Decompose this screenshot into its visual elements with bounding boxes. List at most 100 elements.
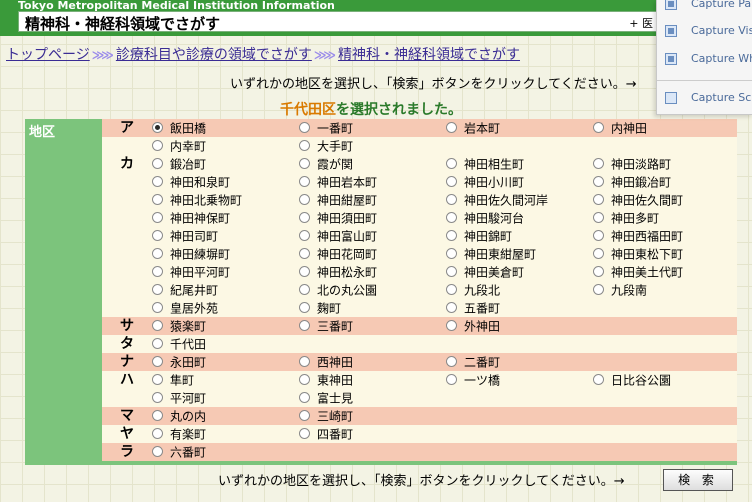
area-option[interactable]: 神田東紺屋町 [446, 245, 536, 263]
area-option[interactable]: 皇居外苑 [152, 299, 218, 317]
area-option[interactable]: 神田神保町 [152, 209, 230, 227]
radio-button[interactable] [152, 356, 163, 367]
area-option[interactable]: 千代田 [152, 335, 206, 353]
radio-button[interactable] [299, 266, 310, 277]
area-option[interactable]: 神田駿河台 [446, 209, 524, 227]
area-option[interactable]: 西神田 [299, 353, 353, 371]
radio-button[interactable] [299, 356, 310, 367]
capture-screen-item[interactable]: Capture Sc [665, 88, 751, 108]
radio-button[interactable] [593, 248, 604, 259]
area-option[interactable]: 鍛冶町 [152, 155, 206, 173]
radio-button[interactable] [299, 230, 310, 241]
radio-button[interactable] [446, 212, 457, 223]
radio-button[interactable] [299, 374, 310, 385]
radio-button[interactable] [446, 266, 457, 277]
radio-button[interactable] [446, 356, 457, 367]
radio-button[interactable] [593, 284, 604, 295]
area-option[interactable]: 北の丸公園 [299, 281, 377, 299]
radio-button[interactable] [593, 194, 604, 205]
radio-button[interactable] [593, 122, 604, 133]
radio-button[interactable] [152, 284, 163, 295]
radio-button[interactable] [299, 194, 310, 205]
radio-button[interactable] [593, 230, 604, 241]
area-option[interactable]: 飯田橋 [152, 119, 206, 137]
radio-button[interactable] [152, 374, 163, 385]
radio-button[interactable] [152, 266, 163, 277]
area-option[interactable]: 富士見 [299, 389, 353, 407]
radio-button[interactable] [446, 320, 457, 331]
area-option[interactable]: 神田北乗物町 [152, 191, 242, 209]
breadcrumb-department[interactable]: 診療科目や診療の領域でさがす [116, 47, 312, 63]
area-option[interactable]: 神田岩本町 [299, 173, 377, 191]
radio-button[interactable] [446, 248, 457, 259]
radio-button[interactable] [299, 320, 310, 331]
area-option[interactable]: 神田司町 [152, 227, 218, 245]
area-option[interactable]: 日比谷公園 [593, 371, 671, 389]
area-option[interactable]: 隼町 [152, 371, 194, 389]
area-option[interactable]: 丸の内 [152, 407, 206, 425]
area-option[interactable]: 神田西福田町 [593, 227, 683, 245]
area-option[interactable]: 神田錦町 [446, 227, 512, 245]
radio-button[interactable] [446, 122, 457, 133]
area-option[interactable]: 神田須田町 [299, 209, 377, 227]
radio-button[interactable] [593, 158, 604, 169]
radio-button[interactable] [446, 230, 457, 241]
radio-button[interactable] [299, 212, 310, 223]
radio-button[interactable] [152, 302, 163, 313]
area-option[interactable]: 六番町 [152, 443, 206, 461]
area-option[interactable]: 九段北 [446, 281, 500, 299]
radio-button[interactable] [299, 410, 310, 421]
area-option[interactable]: 神田平河町 [152, 263, 230, 281]
area-option[interactable]: 三崎町 [299, 407, 353, 425]
area-option[interactable]: 紀尾井町 [152, 281, 218, 299]
radio-button[interactable] [299, 122, 310, 133]
radio-button[interactable] [593, 176, 604, 187]
radio-button[interactable] [593, 374, 604, 385]
area-option[interactable]: 霞が関 [299, 155, 353, 173]
capture-whole-item[interactable]: Capture Wh [665, 49, 752, 69]
radio-button[interactable] [446, 176, 457, 187]
area-option[interactable]: 平河町 [152, 389, 206, 407]
radio-button[interactable] [152, 140, 163, 151]
radio-button[interactable] [593, 266, 604, 277]
area-option[interactable]: 神田相生町 [446, 155, 524, 173]
radio-button[interactable] [152, 176, 163, 187]
radio-button[interactable] [593, 212, 604, 223]
area-option[interactable]: 神田美倉町 [446, 263, 524, 281]
area-option[interactable]: 岩本町 [446, 119, 500, 137]
area-option[interactable]: 外神田 [446, 317, 500, 335]
radio-button[interactable] [299, 428, 310, 439]
area-option[interactable]: 猿楽町 [152, 317, 206, 335]
radio-button[interactable] [446, 158, 457, 169]
capture-visible-item[interactable]: Capture Vis [665, 21, 752, 41]
area-option[interactable]: 九段南 [593, 281, 647, 299]
search-button[interactable]: 検 索 [663, 469, 733, 491]
radio-button[interactable] [299, 248, 310, 259]
radio-button[interactable] [152, 320, 163, 331]
area-option[interactable]: 麹町 [299, 299, 341, 317]
area-option[interactable]: 神田小川町 [446, 173, 524, 191]
area-option[interactable]: 神田佐久間町 [593, 191, 683, 209]
radio-button[interactable] [152, 230, 163, 241]
breadcrumb-psychiatry[interactable]: 精神科・神経科領域でさがす [338, 47, 520, 63]
radio-button[interactable] [152, 410, 163, 421]
radio-button[interactable] [152, 212, 163, 223]
area-option[interactable]: 大手町 [299, 137, 353, 155]
radio-button[interactable] [152, 392, 163, 403]
radio-button[interactable] [152, 338, 163, 349]
area-option[interactable]: 神田鍛冶町 [593, 173, 671, 191]
radio-button[interactable] [152, 428, 163, 439]
area-option[interactable]: 内神田 [593, 119, 647, 137]
area-option[interactable]: 神田和泉町 [152, 173, 230, 191]
area-option[interactable]: 神田佐久間河岸 [446, 191, 548, 209]
radio-button[interactable] [152, 122, 163, 133]
radio-button[interactable] [152, 194, 163, 205]
radio-button[interactable] [299, 158, 310, 169]
area-option[interactable]: 神田花岡町 [299, 245, 377, 263]
area-option[interactable]: 神田淡路町 [593, 155, 671, 173]
radio-button[interactable] [152, 446, 163, 457]
area-option[interactable]: 有楽町 [152, 425, 206, 443]
area-option[interactable]: 神田練塀町 [152, 245, 230, 263]
radio-button[interactable] [299, 176, 310, 187]
radio-button[interactable] [299, 140, 310, 151]
